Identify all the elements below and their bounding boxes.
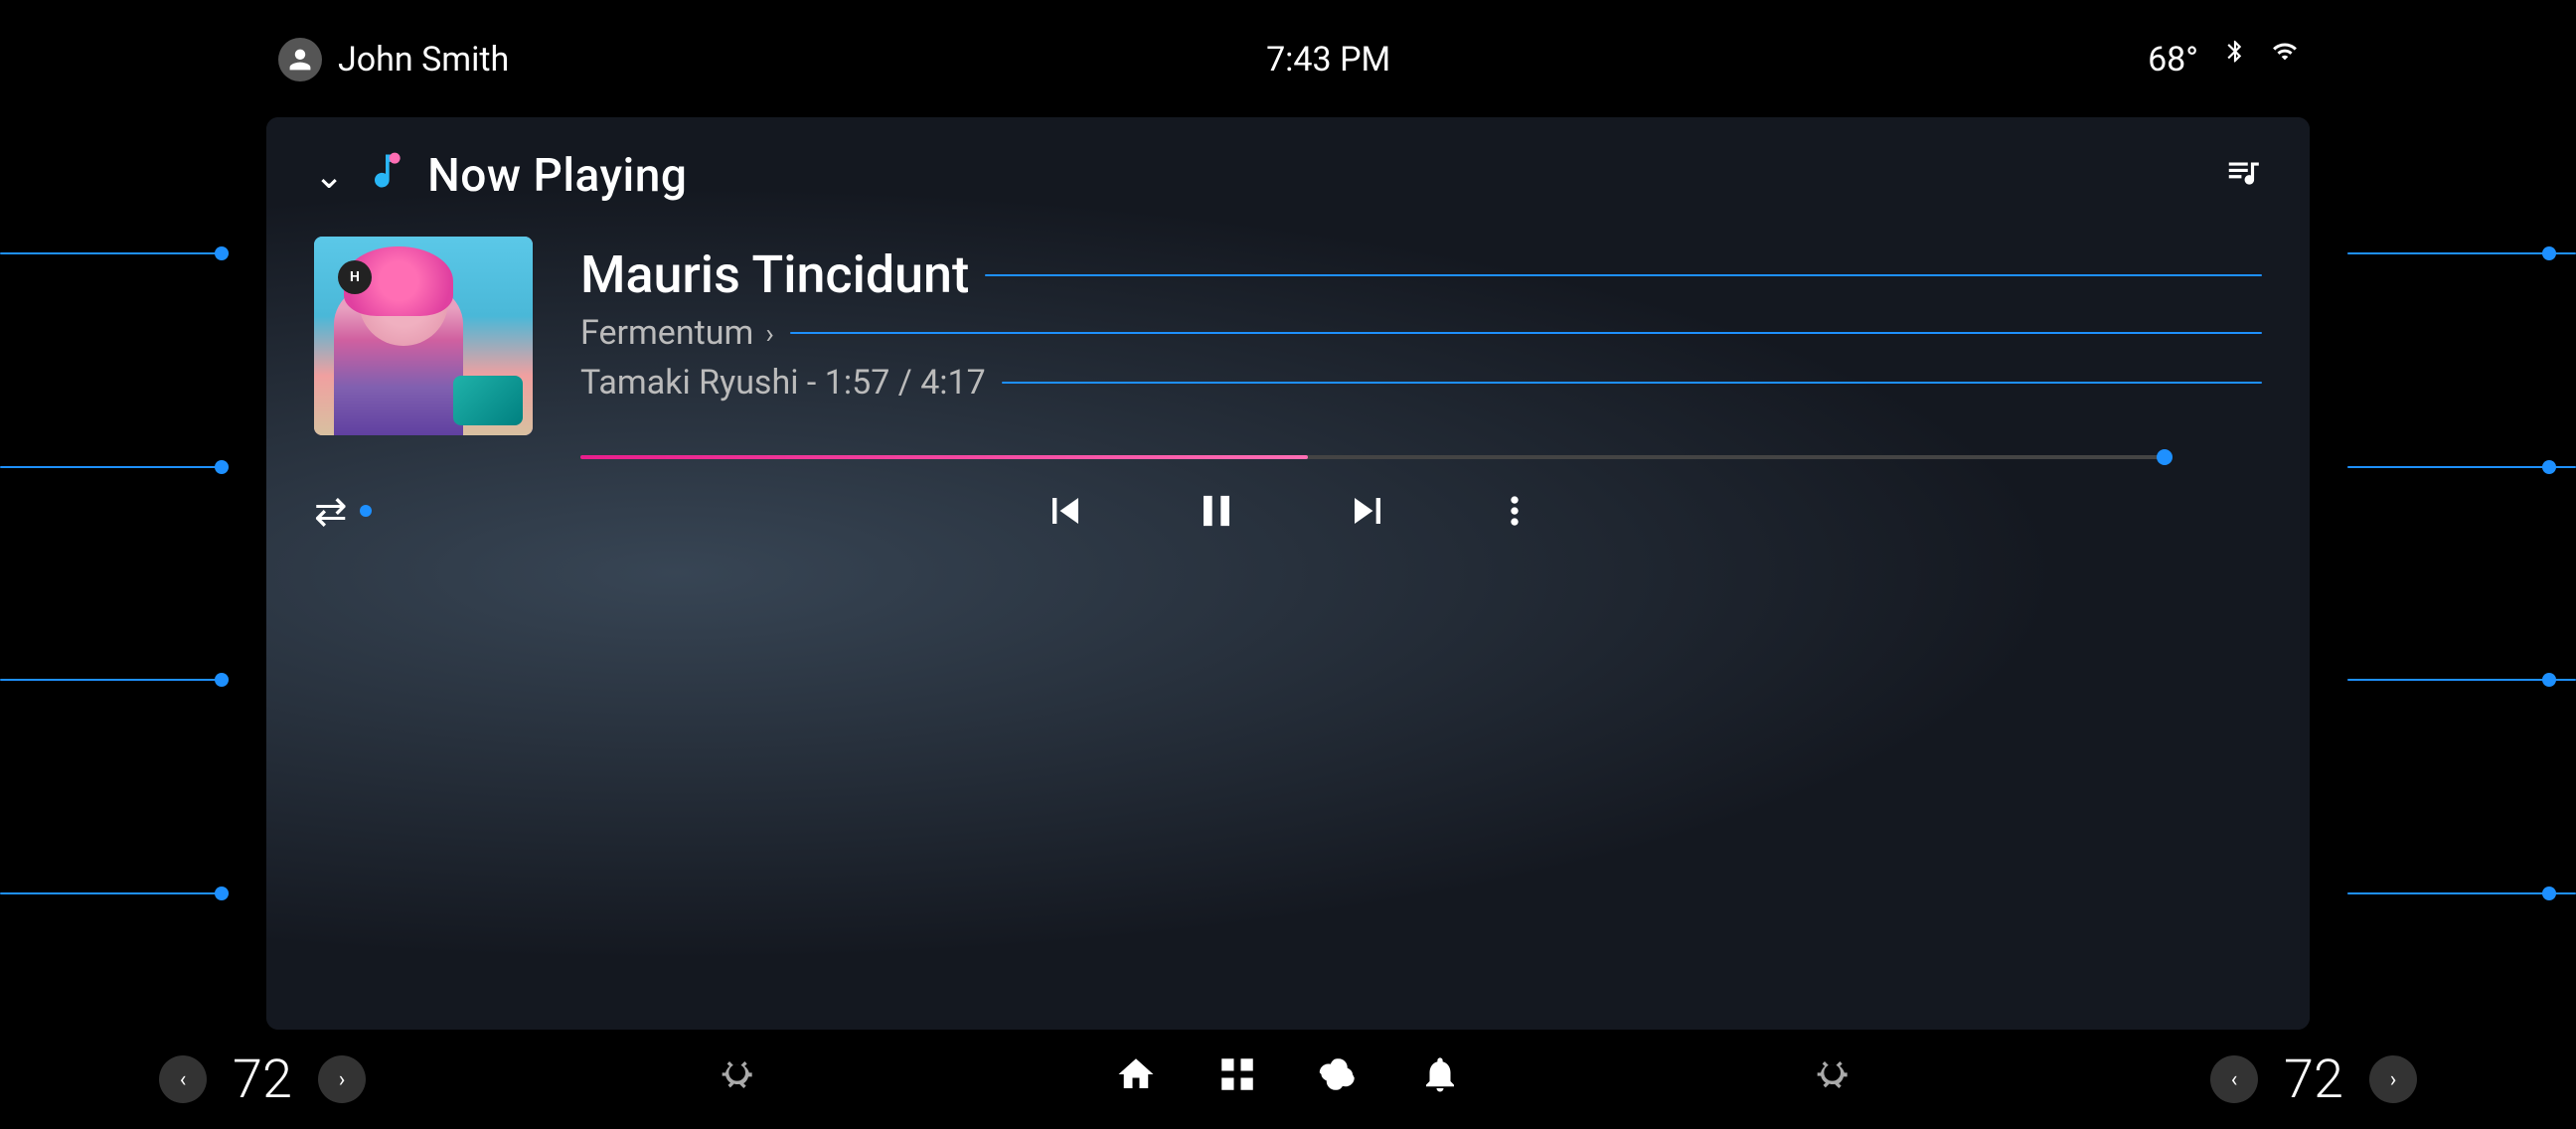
left-temp-control: ‹ 72 › bbox=[159, 1048, 366, 1111]
left-slider-1[interactable] bbox=[0, 252, 268, 254]
bluetooth-icon bbox=[2222, 38, 2248, 82]
artist-time-row: Tamaki Ryushi - 1:57 / 4:17 bbox=[580, 363, 2262, 403]
progress-fill bbox=[580, 455, 1308, 459]
status-username: John Smith bbox=[338, 40, 509, 80]
album-chevron-icon: › bbox=[765, 317, 773, 350]
defrost-right-icon[interactable] bbox=[1816, 1054, 1855, 1104]
header-left: ⌄ Now Playing bbox=[314, 149, 687, 203]
player-card: ⌄ Now Playing H bbox=[266, 117, 2310, 1030]
artist-decoration-line bbox=[1002, 382, 2262, 384]
left-slider-4[interactable] bbox=[0, 892, 268, 894]
right-temperature-value: 72 bbox=[2274, 1048, 2353, 1111]
album-art: H bbox=[314, 237, 533, 435]
status-time: 7:43 PM bbox=[1266, 40, 1390, 80]
left-slider-2[interactable] bbox=[0, 466, 268, 468]
queue-icon[interactable] bbox=[2224, 153, 2262, 200]
repeat-active-dot bbox=[360, 505, 372, 517]
pause-button[interactable] bbox=[1191, 485, 1242, 537]
player-content: H Mauris Tincidunt Fermentum › Tamaki Ry… bbox=[266, 207, 2310, 435]
repeat-icon[interactable]: ⇄ bbox=[314, 488, 348, 535]
home-icon[interactable] bbox=[1115, 1053, 1157, 1106]
album-row: Fermentum › bbox=[580, 313, 2262, 353]
left-sliders bbox=[0, 117, 268, 1030]
signal-icon bbox=[2272, 38, 2298, 82]
grid-icon[interactable] bbox=[1216, 1053, 1258, 1106]
headphone-badge: H bbox=[338, 260, 372, 294]
bell-icon[interactable] bbox=[1419, 1053, 1461, 1106]
album-name: Fermentum bbox=[580, 313, 753, 353]
status-right: 68° bbox=[2148, 38, 2298, 82]
album-decoration-line bbox=[790, 332, 2262, 334]
user-avatar-icon bbox=[278, 38, 322, 81]
right-sliders bbox=[2308, 117, 2576, 1030]
collapse-button[interactable]: ⌄ bbox=[314, 155, 344, 197]
right-temp-control: ‹ 72 › bbox=[2210, 1048, 2417, 1111]
status-temperature: 68° bbox=[2148, 40, 2198, 80]
left-temp-decrease-button[interactable]: ‹ bbox=[159, 1055, 207, 1103]
previous-button[interactable] bbox=[1040, 485, 1091, 537]
left-temp-increase-button[interactable]: › bbox=[318, 1055, 366, 1103]
bottom-bar: ‹ 72 › bbox=[0, 1030, 2576, 1129]
left-temperature-value: 72 bbox=[223, 1048, 302, 1111]
progress-track bbox=[580, 455, 2163, 459]
status-left: John Smith bbox=[278, 38, 509, 81]
repeat-control: ⇄ bbox=[314, 488, 372, 535]
music-note-icon bbox=[364, 149, 407, 203]
right-temp-increase-button[interactable]: › bbox=[2369, 1055, 2417, 1103]
right-slider-2[interactable] bbox=[2308, 466, 2576, 468]
defrost-left-icon[interactable] bbox=[721, 1054, 760, 1104]
left-slider-3[interactable] bbox=[0, 679, 268, 681]
song-album[interactable]: Fermentum › bbox=[580, 313, 774, 353]
more-options-button[interactable] bbox=[1493, 489, 1536, 533]
now-playing-title: Now Playing bbox=[427, 149, 687, 203]
right-slider-4[interactable] bbox=[2308, 892, 2576, 894]
right-slider-3[interactable] bbox=[2308, 679, 2576, 681]
next-button[interactable] bbox=[1342, 485, 1393, 537]
right-slider-1[interactable] bbox=[2308, 252, 2576, 254]
song-title: Mauris Tincidunt bbox=[580, 246, 969, 303]
player-controls: ⇄ bbox=[266, 461, 2310, 564]
song-info: Mauris Tincidunt Fermentum › Tamaki Ryus… bbox=[580, 237, 2262, 403]
fan-icon[interactable] bbox=[1318, 1053, 1360, 1106]
right-temp-decrease-button[interactable]: ‹ bbox=[2210, 1055, 2258, 1103]
navigation-icons bbox=[1115, 1053, 1461, 1106]
song-title-row: Mauris Tincidunt bbox=[580, 246, 2262, 303]
player-header: ⌄ Now Playing bbox=[266, 117, 2310, 207]
status-bar: John Smith 7:43 PM 68° bbox=[0, 0, 2576, 119]
progress-bar-container[interactable] bbox=[314, 453, 2262, 461]
artist-time: Tamaki Ryushi - 1:57 / 4:17 bbox=[580, 363, 986, 403]
title-decoration-line bbox=[985, 274, 2262, 276]
